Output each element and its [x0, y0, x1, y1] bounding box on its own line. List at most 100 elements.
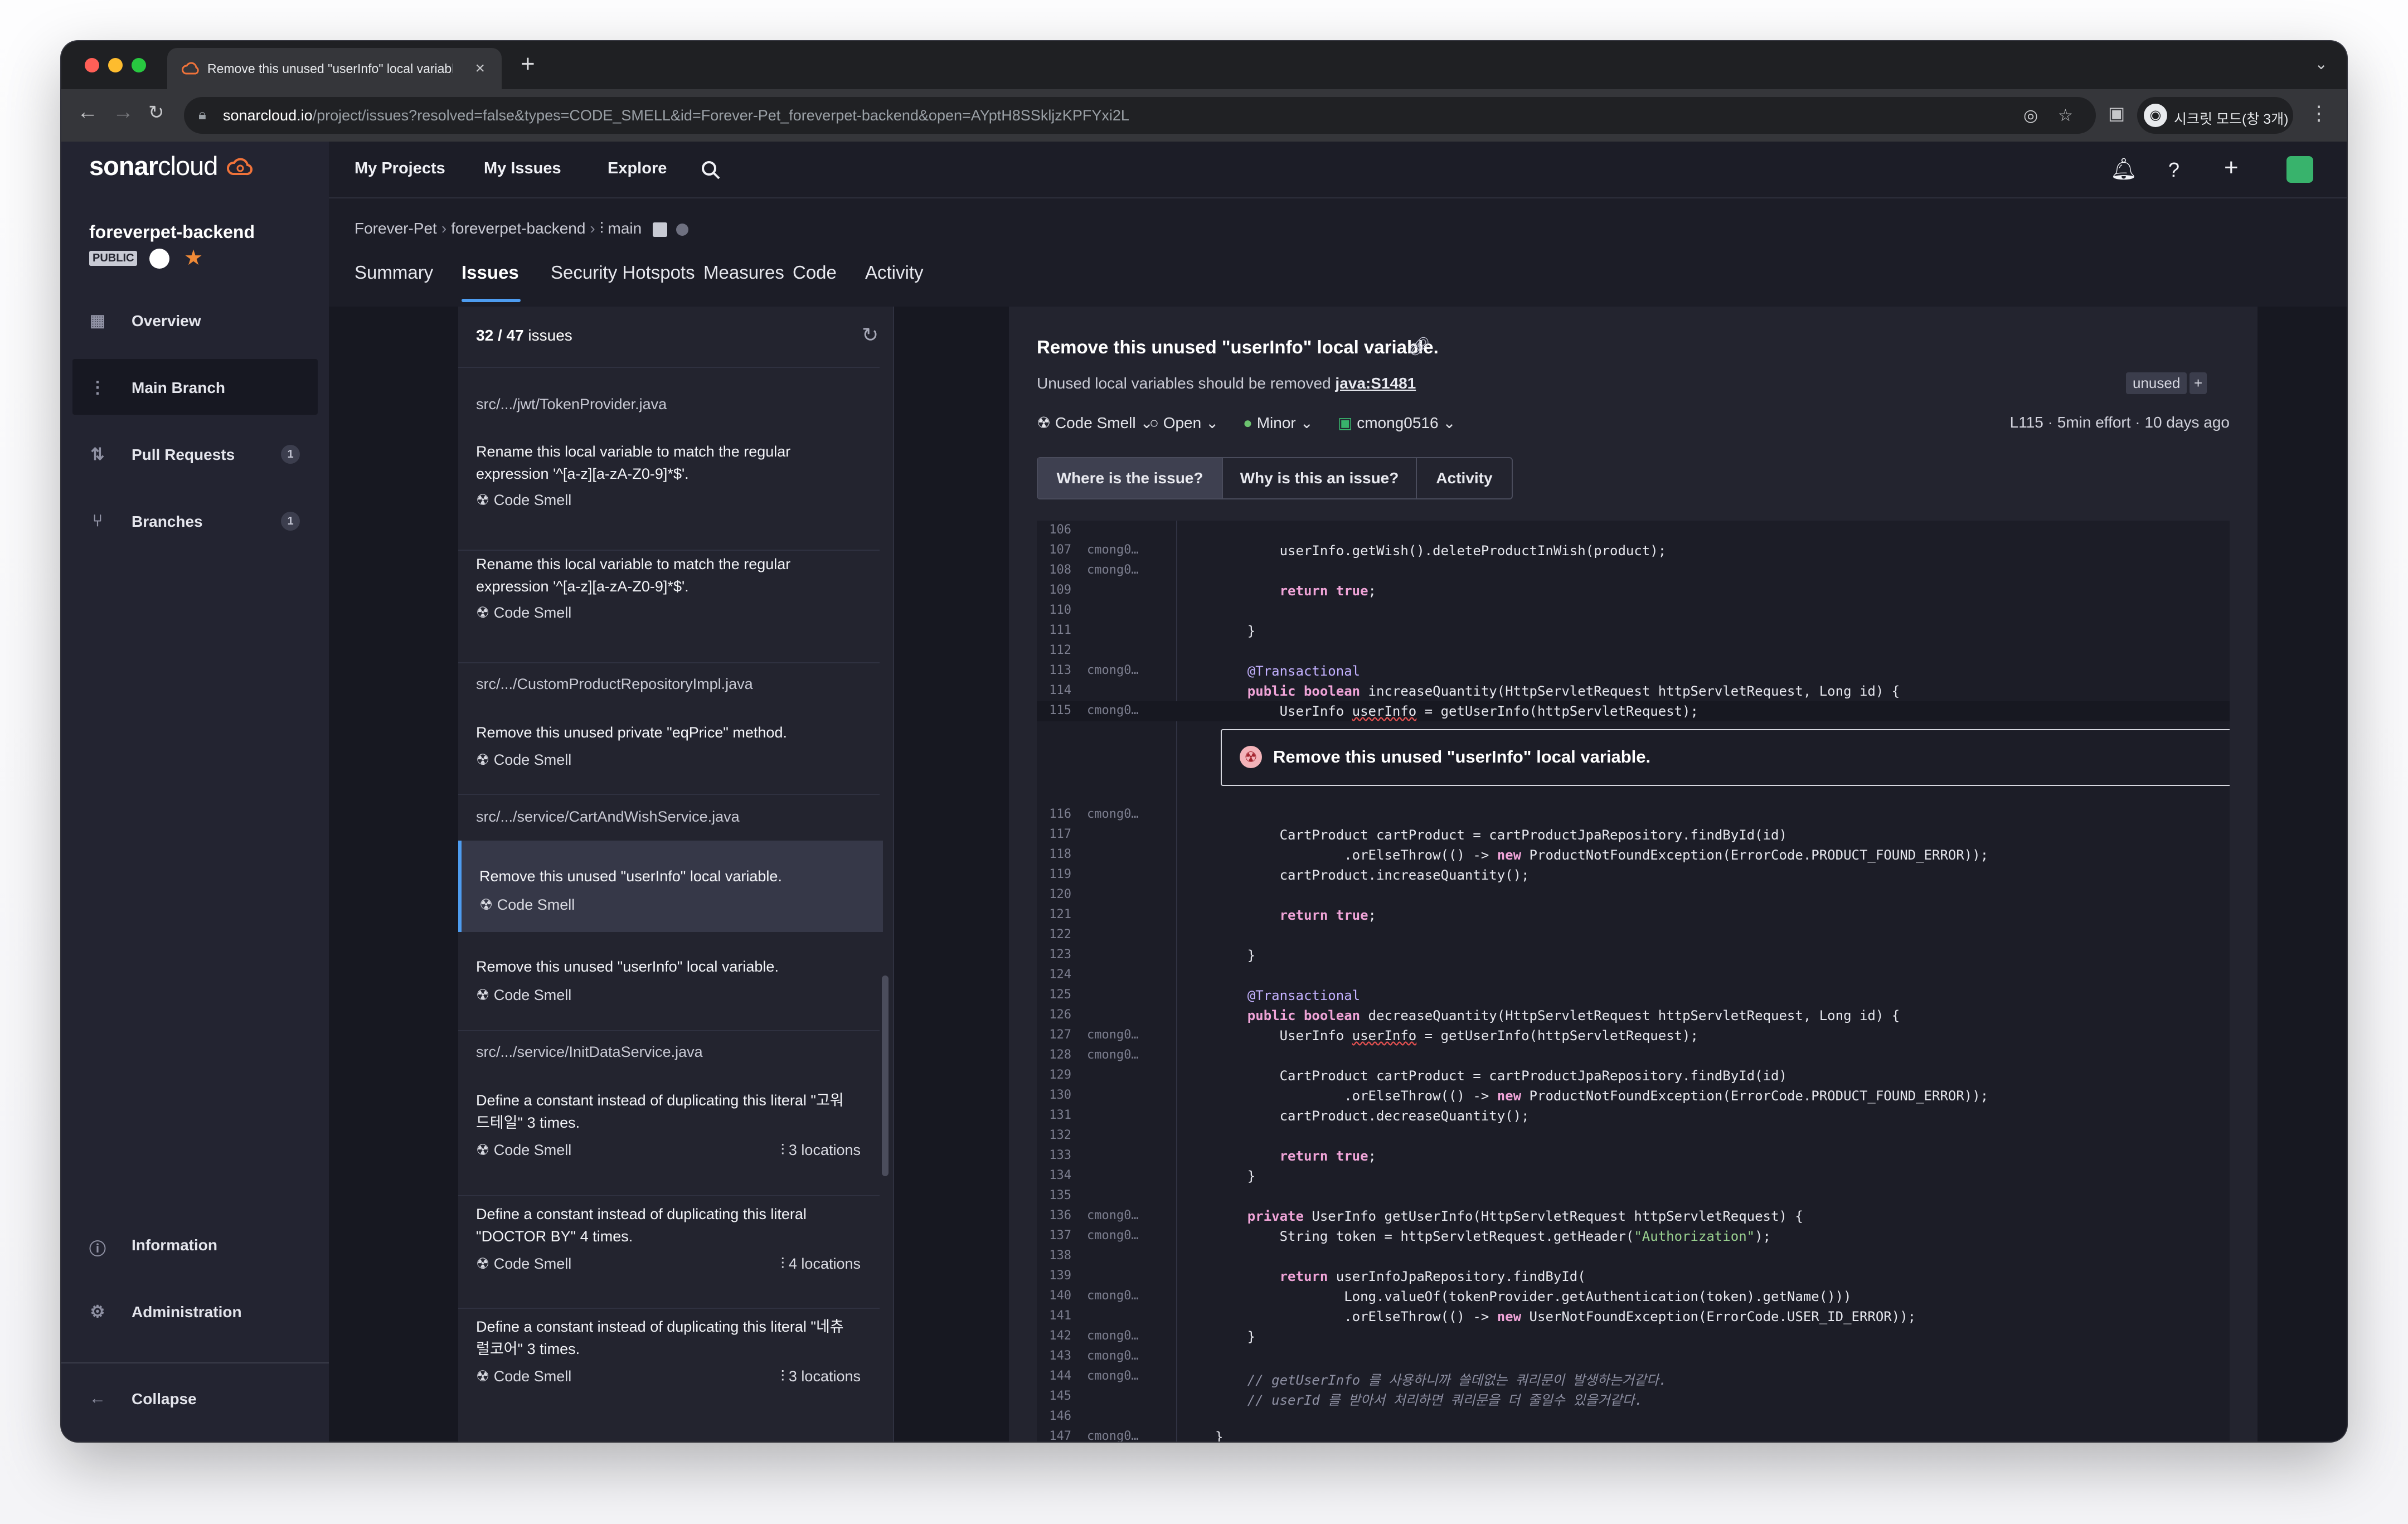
list-item[interactable]: Remove this unused private "eqPrice" met… [458, 721, 880, 805]
issue-severity-dropdown[interactable]: ● Minor ⌄ [1243, 414, 1313, 432]
maximize-window-button[interactable] [132, 58, 146, 72]
line-number[interactable]: 135 [1045, 1188, 1071, 1202]
sidebar-item-branches[interactable]: ⑂ Branches 1 [72, 493, 318, 549]
breadcrumb-project[interactable]: foreverpet-backend [451, 220, 585, 237]
line-number[interactable]: 139 [1045, 1269, 1071, 1283]
inline-issue-box[interactable]: ☢ Remove this unused "userInfo" local va… [1221, 729, 2230, 786]
minimize-window-button[interactable] [108, 58, 123, 72]
line-author[interactable]: cmong0… [1087, 807, 1139, 821]
add-icon[interactable]: + [2224, 154, 2239, 182]
favorite-star-icon[interactable]: ★ [184, 245, 203, 270]
line-number[interactable]: 122 [1045, 928, 1071, 941]
tab-why-is-this-an-issue[interactable]: Why is this an issue? [1223, 458, 1416, 498]
line-number[interactable]: 107 [1045, 543, 1071, 557]
browser-menu-icon[interactable]: ⋮ [2309, 101, 2329, 125]
tab-where-is-the-issue[interactable]: Where is the issue? [1038, 458, 1222, 498]
sidebar-item-pull-requests[interactable]: ⇅ Pull Requests 1 [72, 426, 318, 482]
issue-status-dropdown[interactable]: ○ Open ⌄ [1149, 414, 1218, 432]
search-icon[interactable] [700, 159, 722, 182]
list-item[interactable]: Define a constant instead of duplicating… [458, 1089, 880, 1190]
nav-my-projects[interactable]: My Projects [355, 159, 445, 178]
breadcrumb-branch[interactable]: main [608, 220, 642, 237]
line-number[interactable]: 106 [1045, 523, 1071, 537]
issue-locations[interactable]: ⫶ 3 locations [781, 1142, 861, 1159]
line-number[interactable]: 110 [1045, 603, 1071, 617]
rule-link[interactable]: java:S1481 [1335, 375, 1416, 392]
line-number[interactable]: 141 [1045, 1309, 1071, 1323]
line-number[interactable]: 136 [1045, 1208, 1071, 1222]
line-number[interactable]: 123 [1045, 948, 1071, 962]
line-number[interactable]: 142 [1045, 1329, 1071, 1343]
list-item[interactable]: Rename this local variable to match the … [458, 440, 880, 541]
tab-close-icon[interactable]: × [475, 59, 485, 78]
line-author[interactable]: cmong0… [1087, 703, 1139, 717]
line-number[interactable]: 132 [1045, 1128, 1071, 1142]
line-number[interactable]: 124 [1045, 968, 1071, 982]
line-number[interactable]: 112 [1045, 643, 1071, 657]
nav-explore[interactable]: Explore [608, 159, 667, 178]
line-number[interactable]: 146 [1045, 1409, 1071, 1423]
line-author[interactable]: cmong0… [1087, 1429, 1139, 1442]
line-author[interactable]: cmong0… [1087, 1329, 1139, 1343]
line-number[interactable]: 114 [1045, 683, 1071, 697]
issue-locations[interactable]: ⫶ 4 locations [781, 1255, 861, 1273]
tag-unused[interactable]: unused [2126, 372, 2187, 394]
bookmark-star-icon[interactable]: ☆ [2058, 106, 2073, 125]
line-number[interactable]: 115 [1045, 703, 1071, 717]
sidebar-item-overview[interactable]: ▦ Overview [72, 292, 318, 348]
help-small-icon[interactable] [676, 223, 688, 236]
tab-security-hotspots[interactable]: Security Hotspots [551, 262, 695, 283]
line-author[interactable]: cmong0… [1087, 1028, 1139, 1042]
sidebar-item-main-branch[interactable]: ⋮ Main Branch [72, 359, 318, 415]
line-number[interactable]: 120 [1045, 887, 1071, 901]
line-author[interactable]: cmong0… [1087, 1289, 1139, 1303]
line-author[interactable]: cmong0… [1087, 563, 1139, 577]
line-number[interactable]: 138 [1045, 1249, 1071, 1263]
list-item[interactable]: Remove this unused "userInfo" local vari… [458, 955, 880, 1028]
refresh-icon[interactable]: ↻ [862, 323, 878, 347]
line-number[interactable]: 130 [1045, 1088, 1071, 1102]
list-item[interactable]: Define a constant instead of duplicating… [458, 1316, 880, 1416]
collapse-button[interactable]: ← Collapse [72, 1370, 318, 1426]
line-number[interactable]: 128 [1045, 1048, 1071, 1062]
forward-icon[interactable]: → [113, 100, 134, 124]
profile-chip[interactable]: ◉ 시크릿 모드(창 3개) [2137, 97, 2293, 134]
issue-locations[interactable]: ⫶ 3 locations [781, 1368, 861, 1386]
line-number[interactable]: 125 [1045, 988, 1071, 1002]
side-panel-icon[interactable]: ▣ [2108, 103, 2125, 124]
line-number[interactable]: 108 [1045, 563, 1071, 577]
line-number[interactable]: 137 [1045, 1229, 1071, 1243]
line-author[interactable]: cmong0… [1087, 543, 1139, 557]
add-tag-button[interactable]: + [2189, 372, 2207, 394]
line-number[interactable]: 119 [1045, 867, 1071, 881]
tab-activity[interactable]: Activity [865, 262, 924, 283]
line-number[interactable]: 134 [1045, 1168, 1071, 1182]
list-item[interactable]: Rename this local variable to match the … [458, 553, 880, 653]
line-author[interactable]: cmong0… [1087, 1369, 1139, 1383]
incognito-eye-icon[interactable]: ◎ [2023, 106, 2038, 125]
line-number[interactable]: 144 [1045, 1369, 1071, 1383]
line-number[interactable]: 129 [1045, 1068, 1071, 1082]
user-avatar[interactable] [2286, 156, 2313, 183]
address-bar[interactable]: 🔒︎ sonarcloud.io/project/issues?resolved… [184, 97, 2096, 134]
line-number[interactable]: 133 [1045, 1148, 1071, 1162]
line-number[interactable]: 140 [1045, 1289, 1071, 1303]
github-icon[interactable] [149, 249, 169, 269]
line-number[interactable]: 147 [1045, 1429, 1071, 1442]
line-number[interactable]: 145 [1045, 1389, 1071, 1403]
new-tab-button[interactable]: + [521, 50, 535, 78]
nav-my-issues[interactable]: My Issues [484, 159, 561, 178]
line-number[interactable]: 111 [1045, 623, 1071, 637]
line-number[interactable]: 113 [1045, 663, 1071, 677]
line-author[interactable]: cmong0… [1087, 1048, 1139, 1062]
list-item-selected[interactable]: Remove this unused "userInfo" local vari… [458, 841, 883, 932]
help-icon[interactable]: ? [2168, 158, 2179, 182]
line-number[interactable]: 127 [1045, 1028, 1071, 1042]
line-number[interactable]: 143 [1045, 1349, 1071, 1363]
issue-line[interactable]: L115 [2010, 414, 2043, 431]
line-number[interactable]: 121 [1045, 907, 1071, 921]
sidebar-item-information[interactable]: ⓘ Information [72, 1216, 318, 1272]
line-number[interactable]: 116 [1045, 807, 1071, 821]
issue-type-dropdown[interactable]: ☢ Code Smell ⌄ [1037, 414, 1153, 432]
reload-icon[interactable]: ↻ [148, 101, 164, 124]
